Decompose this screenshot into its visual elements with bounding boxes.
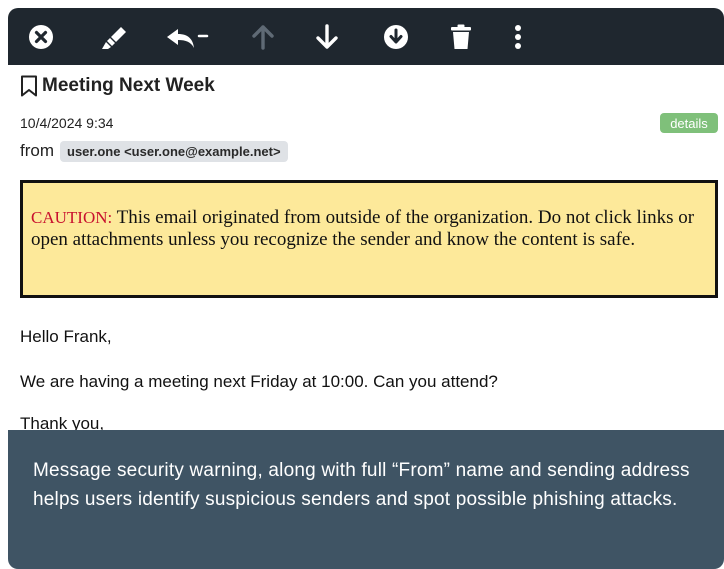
details-button[interactable]: details (660, 113, 718, 133)
reply-dropdown-icon (167, 28, 209, 48)
message-date: 10/4/2024 9:34 (20, 115, 114, 131)
close-circle-icon (29, 24, 53, 49)
from-row: from user.one <user.one@example.net> (20, 139, 288, 163)
bookmark-icon[interactable] (20, 75, 38, 97)
previous-button[interactable] (246, 8, 280, 65)
body-paragraph: We are having a meeting next Friday at 1… (20, 372, 498, 391)
next-button[interactable] (310, 8, 344, 65)
trash-icon (451, 24, 471, 49)
edit-button[interactable] (94, 8, 134, 65)
highlighter-icon (102, 26, 126, 49)
caution-banner: CAUTION: This email originated from outs… (20, 180, 718, 298)
email-viewer: Meeting Next Week 10/4/2024 9:34 details… (8, 8, 724, 569)
body-greeting: Hello Frank, (20, 327, 112, 346)
close-button[interactable] (22, 8, 60, 65)
more-button[interactable] (504, 8, 532, 65)
subject-row: Meeting Next Week (20, 74, 215, 98)
caption-overlay: Message security warning, along with ful… (8, 430, 724, 569)
download-button[interactable] (378, 8, 414, 65)
caution-text: This email originated from outside of th… (31, 207, 695, 250)
delete-button[interactable] (444, 8, 478, 65)
download-circle-icon (384, 24, 408, 49)
arrow-up-icon (252, 24, 274, 50)
arrow-down-icon (316, 23, 338, 49)
caption-text: Message security warning, along with ful… (33, 460, 690, 510)
caution-lead: CAUTION: (31, 208, 113, 227)
toolbar (8, 8, 724, 65)
message-subject: Meeting Next Week (42, 75, 215, 96)
reply-button[interactable] (160, 8, 214, 65)
vertical-dots-icon (515, 24, 521, 49)
sender-chip[interactable]: user.one <user.one@example.net> (60, 140, 288, 162)
from-label: from (20, 141, 54, 160)
